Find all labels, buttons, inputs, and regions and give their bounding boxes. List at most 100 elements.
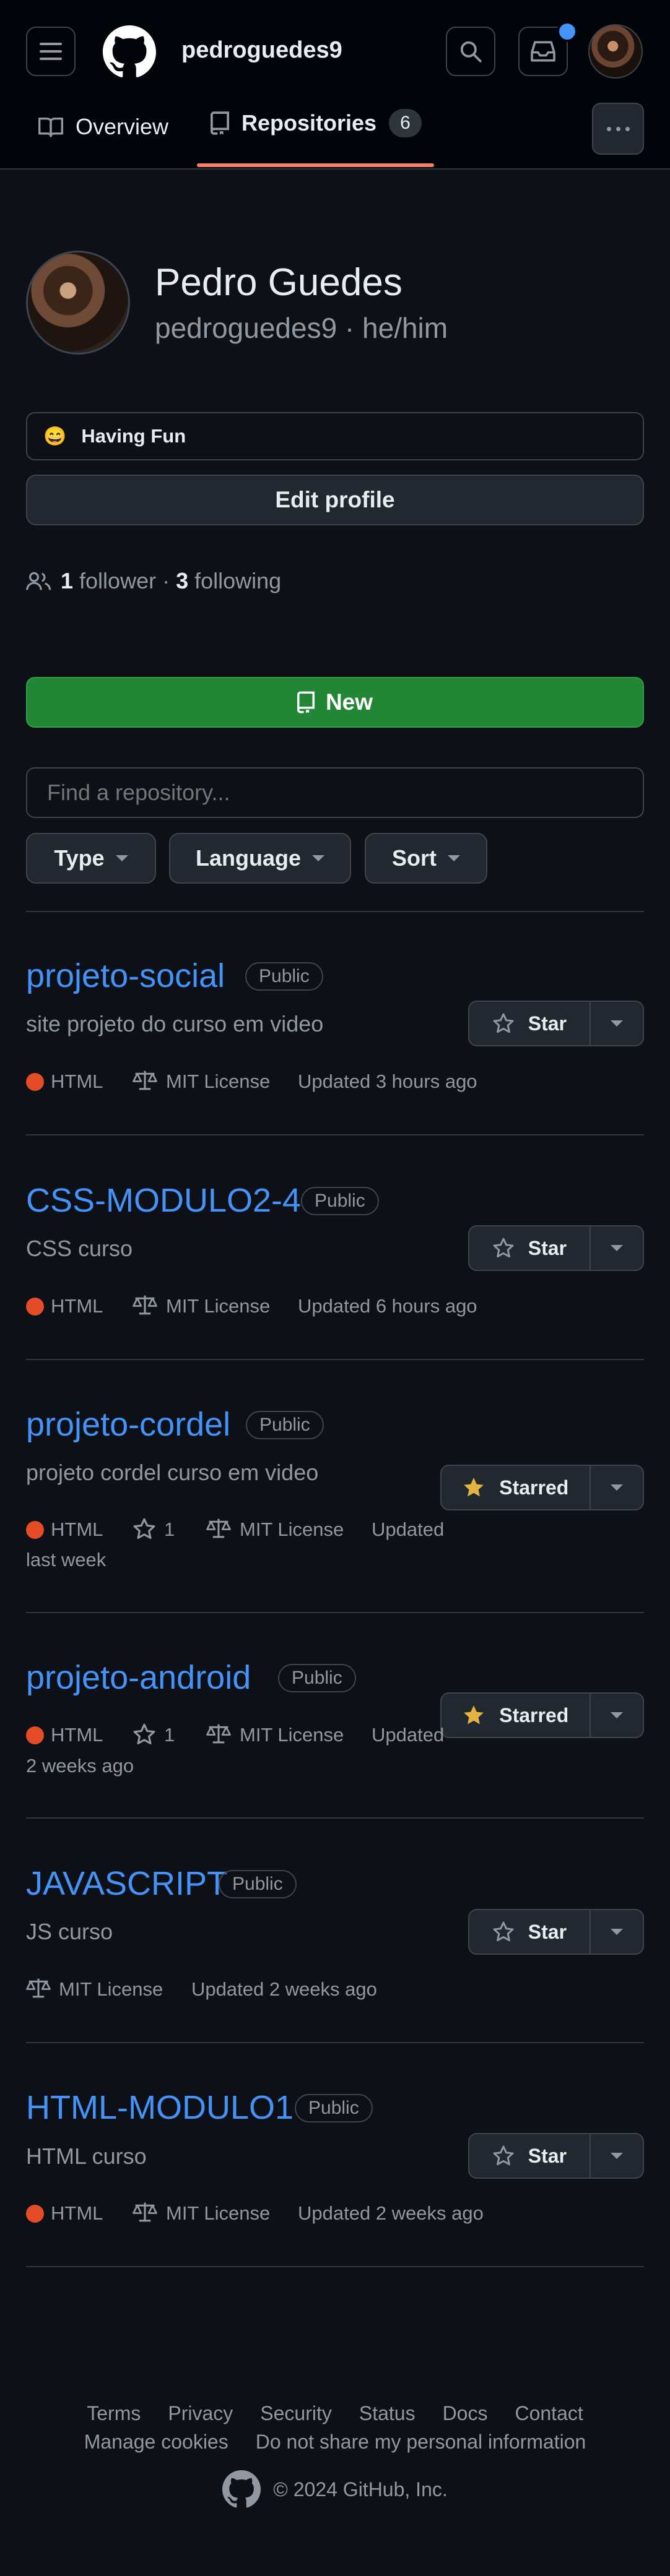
star-label: Starred [499, 1476, 569, 1499]
repo-description: HTML curso [26, 2143, 147, 2169]
github-mark-icon[interactable] [222, 2470, 261, 2509]
repo-name-link[interactable]: CSS-MODULO2-4 [26, 1181, 301, 1220]
language-filter-button[interactable]: Language [169, 833, 351, 884]
footer-link-do-not-share[interactable]: Do not share my personal information [256, 2431, 586, 2453]
repo-language: HTML [51, 1070, 103, 1092]
star-list-dropdown[interactable] [591, 1002, 643, 1045]
divider [26, 1612, 644, 1613]
star-outline-icon [133, 1518, 155, 1539]
star-outline-icon [493, 2145, 514, 2166]
star-button[interactable]: Star [469, 1910, 591, 1954]
profile-avatar[interactable] [26, 251, 130, 355]
star-label: Star [528, 2144, 567, 2167]
repo-stars-count[interactable]: 1 [164, 1518, 175, 1541]
visibility-badge: Public [246, 1411, 324, 1439]
star-filled-icon [464, 1478, 484, 1497]
star-list-dropdown[interactable] [591, 1226, 643, 1270]
star-button-group: Star [468, 1909, 644, 1955]
footer-link-privacy[interactable]: Privacy [168, 2402, 233, 2425]
starred-button[interactable]: Starred [442, 1694, 591, 1737]
status-emoji-icon: 😄 [43, 426, 67, 447]
language-color-dot [26, 1298, 44, 1316]
more-options-button[interactable] [592, 103, 644, 155]
search-icon [460, 41, 482, 62]
star-button[interactable]: Star [469, 2134, 591, 2178]
law-icon [26, 1978, 51, 1998]
status-box[interactable]: 😄 Having Fun [26, 412, 644, 460]
repo-name-link[interactable]: projeto-android [26, 1658, 251, 1697]
repo-license[interactable]: MIT License [240, 1518, 344, 1541]
repo-name-link[interactable]: JAVASCRIPT [26, 1864, 227, 1903]
divider [26, 2266, 644, 2267]
footer-link-status[interactable]: Status [359, 2402, 415, 2425]
book-icon [38, 118, 63, 137]
repo-name-link[interactable]: HTML-MODULO1 [26, 2088, 294, 2127]
law-icon [206, 1518, 231, 1538]
repo-name-link[interactable]: projeto-cordel [26, 1405, 230, 1444]
star-list-dropdown[interactable] [591, 1694, 643, 1737]
active-tab-underline [197, 163, 434, 167]
repo-license[interactable]: MIT License [166, 1295, 270, 1317]
tab-repositories[interactable]: Repositories 6 [211, 109, 422, 137]
caret-down-icon [448, 855, 460, 861]
starred-button[interactable]: Starred [442, 1466, 591, 1509]
menu-button[interactable] [26, 27, 76, 76]
footer-link-contact[interactable]: Contact [515, 2402, 583, 2425]
follow-separator: · [162, 568, 170, 593]
repo-updated-rel: 2 weeks ago [26, 1755, 134, 1777]
caret-down-icon [610, 1020, 623, 1027]
language-color-dot [26, 1521, 44, 1539]
repo-language: HTML [51, 1295, 103, 1317]
star-label: Star [528, 1012, 567, 1035]
repo-license[interactable]: MIT License [166, 1070, 270, 1093]
star-outline-icon [133, 1723, 155, 1744]
repo-stars-count[interactable]: 1 [164, 1724, 175, 1746]
type-filter-button[interactable]: Type [26, 833, 156, 884]
followers-link[interactable]: follower [79, 568, 156, 594]
status-text: Having Fun [81, 425, 186, 447]
user-avatar[interactable] [588, 24, 643, 79]
footer-link-security[interactable]: Security [260, 2402, 332, 2425]
star-label: Star [528, 1236, 567, 1259]
footer-links: Terms Privacy Security Status Docs Conta… [0, 2402, 670, 2425]
star-list-dropdown[interactable] [591, 1466, 643, 1509]
star-button[interactable]: Star [469, 1226, 591, 1270]
repo-license[interactable]: MIT License [59, 1978, 163, 2001]
people-icon [26, 572, 51, 590]
github-logo-icon[interactable] [103, 25, 156, 79]
star-list-dropdown[interactable] [591, 1910, 643, 1954]
footer-link-terms[interactable]: Terms [87, 2402, 141, 2425]
footer-link-docs[interactable]: Docs [443, 2402, 488, 2425]
repo-name-link[interactable]: projeto-social [26, 957, 225, 995]
caret-down-icon [610, 1712, 623, 1718]
search-button[interactable] [446, 27, 495, 76]
caret-down-icon [115, 855, 128, 861]
header-username[interactable]: pedroguedes9 [181, 37, 342, 64]
repo-updated: Updated 6 hours ago [298, 1295, 477, 1317]
star-button-group: Star [468, 1225, 644, 1271]
star-label: Starred [499, 1704, 569, 1726]
edit-profile-button[interactable]: Edit profile [26, 475, 644, 525]
find-repository-input[interactable] [26, 767, 644, 818]
tab-overview[interactable]: Overview [38, 114, 168, 140]
repo-license[interactable]: MIT License [240, 1724, 344, 1746]
repo-license[interactable]: MIT License [166, 2202, 270, 2225]
new-repository-button[interactable]: New [26, 677, 644, 728]
law-icon [133, 1070, 157, 1090]
following-link[interactable]: following [194, 568, 281, 594]
star-list-dropdown[interactable] [591, 2134, 643, 2178]
repo-description: projeto cordel curso em video [26, 1460, 319, 1485]
star-button[interactable]: Star [469, 1002, 591, 1045]
type-filter-label: Type [54, 845, 105, 871]
repo-updated: Updated 2 weeks ago [298, 2202, 484, 2224]
star-outline-icon [493, 1238, 514, 1258]
footer-copyright-row: © 2024 GitHub, Inc. [0, 2470, 670, 2509]
divider [26, 1359, 644, 1360]
following-count[interactable]: 3 [176, 568, 188, 594]
sort-button[interactable]: Sort [365, 833, 487, 884]
repo-updated: Updated 2 weeks ago [191, 1978, 377, 2000]
followers-count[interactable]: 1 [61, 568, 73, 594]
footer-link-manage-cookies[interactable]: Manage cookies [84, 2431, 228, 2453]
repo-updated: Updated [372, 1518, 445, 1540]
repo-language: HTML [51, 2202, 103, 2224]
